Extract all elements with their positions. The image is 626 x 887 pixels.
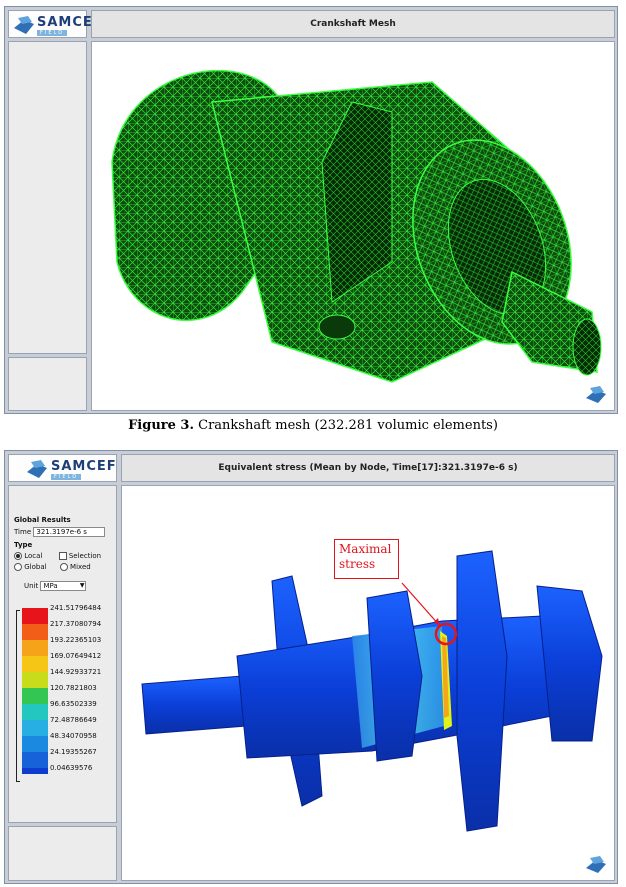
logo-sub: FIELD [51,474,82,480]
legend-row: 169.07649412 [12,652,107,672]
view-title: Equivalent stress (Mean by Node, Time[17… [218,463,518,473]
left-panel-top [8,41,87,354]
view-title-bar: Crankshaft Mesh [91,10,615,38]
results-panel: Global Results Time 321.3197e-6 s Type L… [8,485,117,823]
annotation-text: Maximal stress [339,542,392,571]
view-title-bar: Equivalent stress (Mean by Node, Time[17… [121,454,615,482]
figure3-frame: SAMCEF FIELD Crankshaft Mesh [4,6,618,414]
mesh-viewport[interactable] [91,41,615,411]
global-results-title: Global Results [14,516,71,524]
legend-label: 72.48786649 [50,716,97,724]
legend-label: 0.04639576 [50,764,93,772]
radio-global[interactable]: Global [14,563,47,571]
legend-label: 120.7821803 [50,684,97,692]
chevron-down-icon: ▼ [79,582,85,589]
left-panel-bottom [8,826,117,881]
radio-local[interactable]: Local [14,552,42,560]
figure3-caption: Figure 3. Crankshaft mesh (232.281 volum… [0,418,626,433]
figure4-logo: SAMCEF FIELD [8,454,117,482]
type-label: Type [14,541,33,549]
logo-sub: FIELD [37,30,68,36]
logo-name: SAMCEF [51,459,117,474]
max-stress-annotation: Maximal stress [334,539,399,579]
unit-value: MPa [43,582,58,590]
legend-label: 96.63502339 [50,700,97,708]
legend-row: 72.48786649 [12,716,107,736]
radio-global-label: Global [24,563,47,571]
radio-mixed-icon [59,563,68,571]
unit-label: Unit [24,582,39,590]
legend-row: 48.34070958 [12,732,107,752]
corner-logo-icon [586,386,606,403]
legend-row: 144.92933721 [12,668,107,688]
legend-swatch [22,768,48,774]
checkbox-selection-label: Selection [68,552,102,560]
corner-logo-icon [586,856,606,873]
figure4-frame: SAMCEF FIELD Equivalent stress (Mean by … [4,450,618,884]
radio-global-icon [14,563,22,571]
crankshaft-mesh-image [111,69,602,383]
legend-row: 193.22365103 [12,636,107,656]
legend-label: 193.22365103 [50,636,102,644]
view-title: Crankshaft Mesh [310,19,396,29]
unit-select[interactable]: MPa ▼ [40,581,87,591]
checkbox-icon [58,552,67,560]
time-field[interactable]: 321.3197e-6 s [33,527,106,537]
radio-local-icon [14,552,22,560]
stress-viewport[interactable]: Maximal stress [121,485,615,881]
legend-label: 24.19355267 [50,748,97,756]
samcef-logo-icon [14,16,34,34]
radio-local-label: Local [24,552,43,560]
time-label: Time [14,528,32,536]
legend-label: 144.92933721 [50,668,102,676]
legend-label: 217.37080794 [50,620,102,628]
radio-mixed[interactable]: Mixed [59,563,91,571]
samcef-logo-icon [27,460,47,478]
checkbox-selection[interactable]: Selection [58,552,102,560]
figure3-caption-label: Figure 3. [128,418,194,433]
stress-legend: 241.51796484 217.37080794 193.22365103 169.… [12,604,116,784]
legend-label: 169.07649412 [50,652,102,660]
legend-label: 241.51796484 [50,604,102,612]
figure3-logo: SAMCEF FIELD [8,10,102,38]
legend-row: 241.51796484 [12,604,107,624]
legend-row: 24.19355267 [12,748,107,768]
global-results-group: Global Results Time 321.3197e-6 s Type L… [14,516,114,591]
legend-row: 0.04639576 [12,764,107,780]
legend-row: 120.7821803 [12,684,107,704]
legend-row: 96.63502339 [12,700,107,720]
left-panel-bottom [8,357,87,411]
radio-mixed-label: Mixed [70,563,91,571]
legend-row: 217.37080794 [12,620,107,640]
figure3-caption-text: Crankshaft mesh (232.281 volumic element… [194,418,498,433]
legend-label: 48.34070958 [50,732,97,740]
